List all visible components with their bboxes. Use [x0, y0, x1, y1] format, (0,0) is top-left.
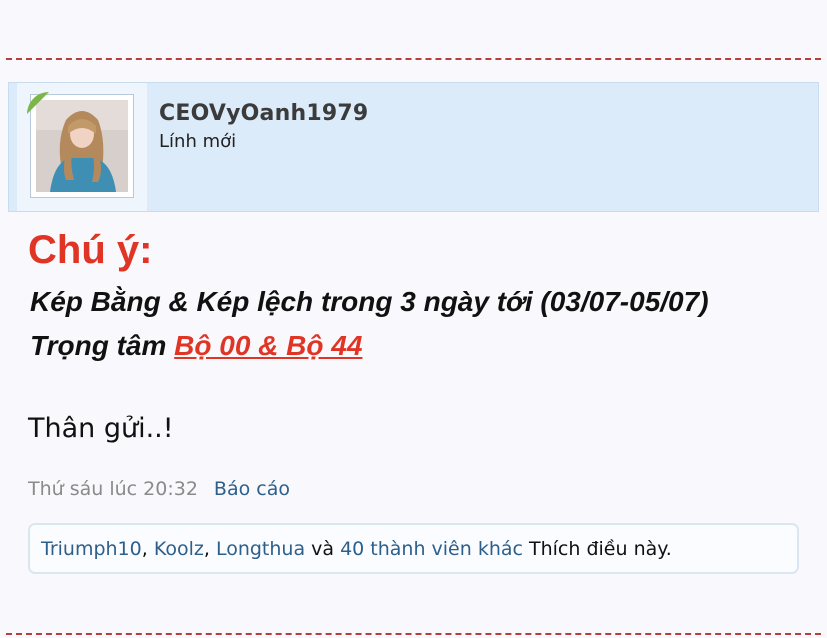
focus-sets-link[interactable]: Bộ 00 & Bộ 44 — [174, 330, 362, 361]
closing-text: Thân gửi..! — [28, 413, 174, 444]
likes-separator: , — [141, 538, 154, 560]
likes-separator: , — [203, 538, 216, 560]
avatar-photo — [36, 100, 128, 192]
other-likers-link[interactable]: 40 thành viên khác — [340, 538, 523, 560]
avatar[interactable] — [30, 94, 134, 198]
liker-link[interactable]: Triumph10 — [41, 538, 142, 560]
user-title: Lính mới — [159, 131, 237, 152]
likes-summary: Triumph10, Koolz, Longthua và 40 thành v… — [28, 523, 799, 574]
username-link[interactable]: CEOVyOanh1979 — [159, 101, 368, 126]
likes-suffix: Thích điều này. — [522, 538, 672, 560]
user-info-bar: CEOVyOanh1979 Lính mới — [8, 82, 819, 212]
post-divider-top — [6, 58, 821, 60]
liker-link[interactable]: Longthua — [216, 538, 305, 560]
likes-conjunction: và — [305, 538, 341, 560]
notice-line-2: Trọng tâm Bộ 00 & Bộ 44 — [30, 330, 362, 362]
notice-line-1: Kép Bằng & Kép lệch trong 3 ngày tới (03… — [30, 286, 709, 317]
post-meta: Thứ sáu lúc 20:32 Báo cáo — [28, 478, 290, 500]
report-link[interactable]: Báo cáo — [214, 478, 290, 500]
liker-link[interactable]: Koolz — [154, 538, 204, 560]
notice-line-2-prefix: Trọng tâm — [30, 330, 175, 361]
post-timestamp[interactable]: Thứ sáu lúc 20:32 — [28, 478, 198, 500]
post-divider-bottom — [6, 633, 821, 635]
avatar-container — [17, 83, 147, 211]
notice-heading: Chú ý: — [28, 228, 153, 272]
